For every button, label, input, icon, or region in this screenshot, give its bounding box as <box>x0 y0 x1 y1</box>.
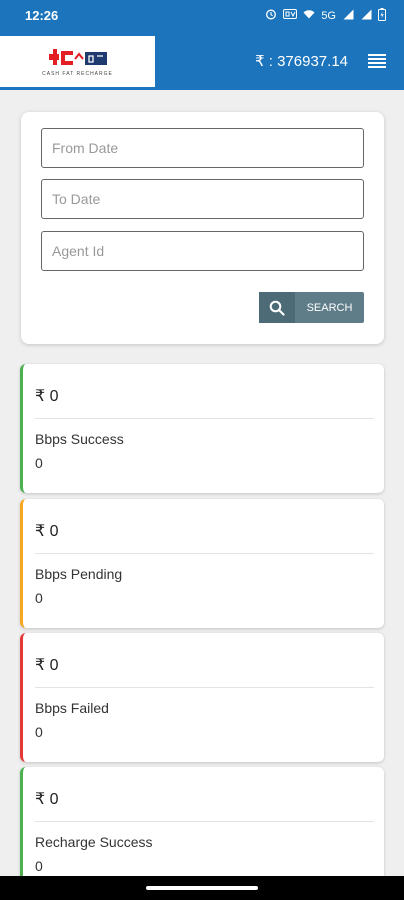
app-logo[interactable]: CASH FAT RECHARGE <box>0 36 155 87</box>
divider <box>35 821 374 822</box>
app-bar: CASH FAT RECHARGE ₹ : 376937.14 <box>0 31 404 90</box>
search-button-label: SEARCH <box>306 301 353 314</box>
filter-card: SEARCH <box>21 112 384 344</box>
to-date-input[interactable] <box>41 179 364 219</box>
stat-card-bbps-success[interactable]: ₹ 0 Bbps Success 0 <box>20 364 384 493</box>
stat-label: Bbps Failed <box>35 700 109 716</box>
home-gesture-handle[interactable] <box>146 886 258 890</box>
status-icons: 5G <box>265 7 386 24</box>
stat-card-recharge-success[interactable]: ₹ 0 Recharge Success 0 <box>20 767 384 887</box>
wifi-icon <box>303 9 315 22</box>
stat-count: 0 <box>35 455 43 471</box>
stat-amount: ₹ 0 <box>35 657 59 674</box>
agent-id-input[interactable] <box>41 231 364 271</box>
signal-icon-2 <box>360 9 372 23</box>
stat-amount: ₹ 0 <box>35 791 59 808</box>
stat-amount: ₹ 0 <box>35 388 59 405</box>
stat-amount: ₹ 0 <box>35 523 59 540</box>
stat-count: 0 <box>35 590 43 606</box>
signal-icon <box>342 9 354 23</box>
search-button[interactable]: SEARCH <box>259 292 364 323</box>
from-date-input[interactable] <box>41 128 364 168</box>
system-nav-bar <box>0 876 404 900</box>
divider <box>35 687 374 688</box>
menu-icon[interactable] <box>368 53 386 68</box>
stat-label: Bbps Success <box>35 431 124 447</box>
alarm-icon <box>265 8 277 23</box>
status-bar: 12:26 5G <box>0 0 404 31</box>
stat-label: Recharge Success <box>35 834 153 850</box>
logo-mark-icon <box>47 47 109 69</box>
divider <box>35 418 374 419</box>
stat-count: 0 <box>35 858 43 874</box>
5g-icon: 5G <box>321 9 336 22</box>
volte-icon <box>283 9 298 22</box>
search-icon <box>259 292 295 323</box>
battery-icon <box>378 7 386 24</box>
stat-card-bbps-pending[interactable]: ₹ 0 Bbps Pending 0 <box>20 499 384 628</box>
stat-label: Bbps Pending <box>35 566 123 582</box>
divider <box>35 553 374 554</box>
logo-tagline: CASH FAT RECHARGE <box>42 70 113 77</box>
status-time: 12:26 <box>25 8 59 23</box>
stat-count: 0 <box>35 724 43 740</box>
stat-card-bbps-failed[interactable]: ₹ 0 Bbps Failed 0 <box>20 633 384 762</box>
wallet-balance: ₹ : 376937.14 <box>255 52 348 70</box>
